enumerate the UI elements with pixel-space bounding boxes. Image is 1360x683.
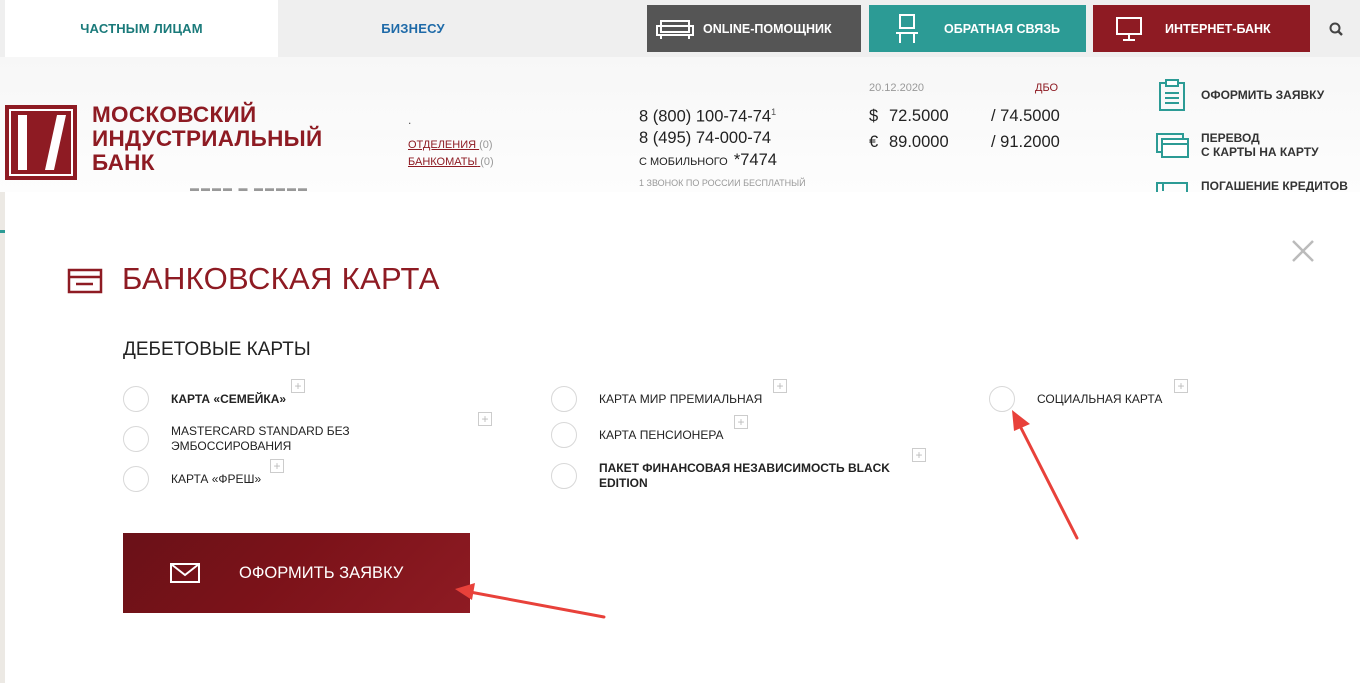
option-label: ПАКЕТ ФИНАНСОВАЯ НЕЗАВИСИМОСТЬ BLACK EDIT…: [599, 461, 890, 491]
person-icon: [869, 13, 944, 44]
atms-count: (0): [480, 156, 494, 168]
expand-plus-icon[interactable]: +: [734, 415, 748, 429]
branches-count: (0): [479, 139, 493, 151]
expand-plus-icon[interactable]: +: [773, 379, 787, 393]
radio-button[interactable]: [551, 463, 577, 489]
radio-button[interactable]: [123, 386, 149, 412]
card-to-card-line-1: ПЕРЕВОД: [1201, 131, 1260, 145]
option-card-fresh[interactable]: КАРТА «ФРЕШ»: [123, 466, 261, 492]
option-label-line-1: ПАКЕТ ФИНАНСОВАЯ НЕЗАВИСИМОСТЬ BLACK: [599, 461, 890, 475]
option-label: КАРТА МИР ПРЕМИАЛЬНАЯ: [599, 391, 763, 406]
header-apply-link[interactable]: ОФОРМИТЬ ЗАЯВКУ: [1155, 78, 1324, 112]
logo-line-3: БАНК: [92, 150, 155, 175]
clipboard-icon: [1155, 78, 1189, 112]
envelope-icon: [169, 561, 203, 585]
usd-symbol: $: [869, 107, 879, 125]
mobile-short-number: С МОБИЛЬНОГО *7474: [639, 151, 777, 170]
radio-button[interactable]: [551, 422, 577, 448]
card-to-card-label: ПЕРЕВОД С КАРТЫ НА КАРТУ: [1201, 131, 1319, 159]
eur-sell: / 91.2000: [991, 133, 1060, 151]
header-apply-label: ОФОРМИТЬ ЗАЯВКУ: [1201, 88, 1325, 102]
option-label: СОЦИАЛЬНАЯ КАРТА: [1037, 391, 1163, 406]
rates-dbo-label[interactable]: ДБО: [1035, 82, 1058, 94]
option-label-line-2: EDITION: [599, 476, 648, 490]
expand-plus-icon[interactable]: +: [270, 459, 284, 473]
option-label: КАРТА «ФРЕШ»: [171, 471, 262, 486]
page: ЧАСТНЫМ ЛИЦАМ БИЗНЕСУ ONLINE-ПОМОЩНИК ОБ…: [0, 0, 1360, 683]
bank-logo-text[interactable]: МОСКОВСКИЙ ИНДУСТРИАЛЬНЫЙ БАНК: [92, 103, 322, 175]
internet-bank-button[interactable]: ИНТЕРНЕТ-БАНК: [1093, 5, 1310, 52]
radio-button[interactable]: [989, 386, 1015, 412]
close-icon[interactable]: [1288, 236, 1318, 266]
usd-sell: / 74.5000: [991, 107, 1060, 125]
monitor-icon: [1093, 16, 1165, 42]
tab-private-clients[interactable]: ЧАСТНЫМ ЛИЦАМ: [5, 0, 278, 57]
logo-line-2: ИНДУСТРИАЛЬНЫЙ: [92, 126, 323, 151]
loan-icon: [1155, 173, 1189, 192]
option-label-line-1: MASTERCARD STANDARD БЕЗ: [171, 424, 350, 438]
online-assistant-label: ONLINE-ПОМОЩНИК: [703, 21, 832, 36]
tab-business-label: БИЗНЕСУ: [381, 21, 445, 36]
apply-button[interactable]: ОФОРМИТЬ ЗАЯВКУ: [123, 533, 470, 613]
card-to-card-line-2: С КАРТЫ НА КАРТУ: [1201, 145, 1319, 159]
bank-logo-icon[interactable]: [5, 105, 77, 180]
rate-eur: €89.0000 / 91.2000: [869, 133, 1060, 152]
expand-plus-icon[interactable]: +: [1174, 379, 1188, 393]
option-pensioner-card[interactable]: КАРТА ПЕНСИОНЕРА: [551, 422, 724, 448]
cards-icon: [1155, 128, 1189, 162]
internet-bank-label: ИНТЕРНЕТ-БАНК: [1165, 21, 1271, 36]
expand-plus-icon[interactable]: +: [478, 412, 492, 426]
option-label-line-2: ЭМБОССИРОВАНИЯ: [171, 439, 292, 453]
branches-link[interactable]: ОТДЕЛЕНИЯ (0): [408, 139, 493, 151]
eur-symbol: €: [869, 133, 879, 151]
phone-toll-free: 8 (800) 100-74-741: [639, 107, 776, 127]
phone-footnote-mark: 1: [771, 107, 777, 117]
card-to-card-link[interactable]: ПЕРЕВОД С КАРТЫ НА КАРТУ: [1155, 128, 1319, 162]
expand-plus-icon[interactable]: +: [291, 379, 305, 393]
eur-buy: 89.0000: [889, 133, 949, 151]
search-icon[interactable]: [1325, 18, 1349, 42]
modal-title: БАНКОВСКАЯ КАРТА: [122, 261, 440, 296]
online-assistant-button[interactable]: ONLINE-ПОМОЩНИК: [647, 5, 861, 52]
mobile-label: С МОБИЛЬНОГО: [639, 156, 728, 168]
site-header: МОСКОВСКИЙ ИНДУСТРИАЛЬНЫЙ БАНК ▬▬▬▬ ▬ ▬▬…: [0, 57, 1360, 192]
option-label: КАРТА ПЕНСИОНЕРА: [599, 427, 724, 442]
option-label: КАРТА «СЕМЕЙКА»: [171, 391, 287, 406]
tab-private-clients-label: ЧАСТНЫМ ЛИЦАМ: [80, 21, 203, 36]
debit-cards-heading: ДЕБЕТОВЫЕ КАРТЫ: [123, 339, 311, 360]
option-black-edition-package[interactable]: ПАКЕТ ФИНАНСОВАЯ НЕЗАВИСИМОСТЬ BLACK EDIT…: [551, 461, 890, 491]
free-call-note-text: 1 ЗВОНОК ПО РОССИИ БЕСПЛАТНЫЙ: [639, 178, 806, 188]
free-call-note: 1 ЗВОНОК ПО РОССИИ БЕСПЛАТНЫЙ: [639, 178, 806, 188]
logo-line-1: МОСКОВСКИЙ: [92, 102, 257, 127]
option-label: MASTERCARD STANDARD БЕЗ ЭМБОССИРОВАНИЯ: [171, 424, 350, 454]
loan-repayment-label: ПОГАШЕНИЕ КРЕДИТОВ: [1201, 179, 1348, 192]
phone-moscow: 8 (495) 74-000-74: [639, 129, 772, 147]
atms-label: БАНКОМАТЫ: [408, 156, 478, 168]
option-card-semeyka[interactable]: КАРТА «СЕМЕЙКА»: [123, 386, 286, 412]
radio-button[interactable]: [123, 426, 149, 452]
atms-link[interactable]: БАНКОМАТЫ (0): [408, 156, 494, 168]
expand-plus-icon[interactable]: +: [912, 448, 926, 462]
phone-toll-free-number: 8 (800) 100-74-74: [639, 107, 772, 126]
apply-button-label: ОФОРМИТЬ ЗАЯВКУ: [239, 563, 404, 582]
usd-buy: 72.5000: [889, 107, 949, 125]
card-icon: [67, 268, 103, 294]
option-mir-premium[interactable]: КАРТА МИР ПРЕМИАЛЬНАЯ: [551, 386, 762, 412]
mobile-number: *7474: [733, 151, 777, 169]
sofa-icon: [647, 18, 703, 40]
option-social-card[interactable]: СОЦИАЛЬНАЯ КАРТА: [989, 386, 1162, 412]
feedback-button[interactable]: ОБРАТНАЯ СВЯЗЬ: [869, 5, 1086, 52]
tab-business[interactable]: БИЗНЕСУ: [278, 0, 548, 57]
rates-date: 20.12.2020: [869, 82, 925, 94]
city-selector[interactable]: .: [408, 113, 411, 127]
top-nav: ЧАСТНЫМ ЛИЦАМ БИЗНЕСУ ONLINE-ПОМОЩНИК ОБ…: [0, 0, 1360, 57]
radio-button[interactable]: [551, 386, 577, 412]
loan-repayment-link[interactable]: ПОГАШЕНИЕ КРЕДИТОВ: [1155, 173, 1348, 192]
branches-label: ОТДЕЛЕНИЯ: [408, 139, 477, 151]
radio-button[interactable]: [123, 466, 149, 492]
rate-usd: $72.5000 / 74.5000: [869, 107, 1060, 126]
option-mastercard-standard[interactable]: MASTERCARD STANDARD БЕЗ ЭМБОССИРОВАНИЯ: [123, 424, 350, 454]
feedback-label: ОБРАТНАЯ СВЯЗЬ: [944, 21, 1061, 36]
